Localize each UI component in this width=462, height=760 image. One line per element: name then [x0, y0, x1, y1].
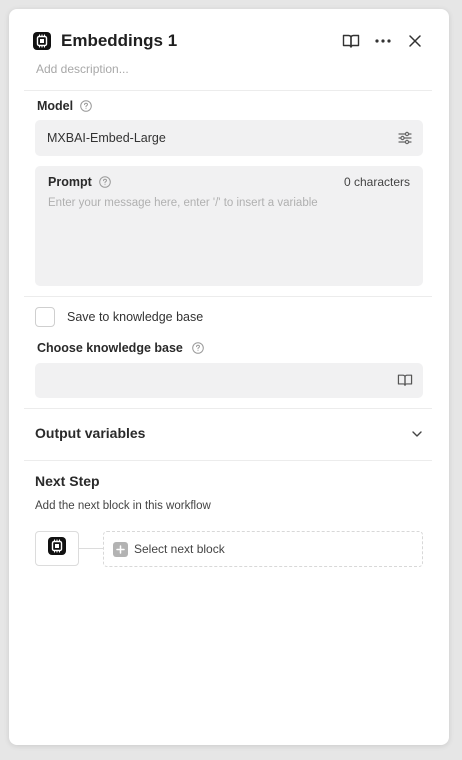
- save-to-kb-label: Save to knowledge base: [67, 310, 204, 324]
- more-horizontal-icon[interactable]: [373, 31, 393, 51]
- panel-header: Embeddings 1: [33, 29, 425, 53]
- sliders-icon[interactable]: [397, 130, 413, 146]
- connector-line: [79, 548, 103, 549]
- plus-icon: [113, 541, 128, 557]
- divider: [24, 90, 432, 91]
- prompt-textarea[interactable]: Prompt 0 characters Enter your message h…: [35, 166, 423, 286]
- output-variables-toggle[interactable]: Output variables: [35, 422, 423, 444]
- select-next-block-button[interactable]: Select next block: [103, 531, 423, 567]
- current-block-node[interactable]: [35, 531, 79, 566]
- divider: [24, 296, 432, 297]
- divider: [24, 408, 432, 409]
- description-input[interactable]: Add description...: [36, 62, 129, 76]
- prompt-label-row: Prompt: [48, 175, 111, 189]
- model-select[interactable]: MXBAI-Embed-Large: [35, 120, 423, 156]
- knowledge-base-select[interactable]: [35, 363, 423, 398]
- prompt-label: Prompt: [48, 175, 92, 189]
- book-icon[interactable]: [341, 31, 361, 51]
- save-to-kb-row[interactable]: Save to knowledge base: [35, 307, 203, 327]
- model-label: Model: [37, 99, 74, 113]
- save-to-kb-checkbox[interactable]: [35, 307, 55, 327]
- prompt-placeholder: Enter your message here, enter '/' to in…: [48, 197, 318, 209]
- block-title[interactable]: Embeddings 1: [61, 31, 177, 51]
- next-step-title: Next Step: [35, 473, 100, 489]
- embeddings-panel: Embeddings 1 Add description... Model MX…: [9, 9, 449, 745]
- model-select-value: MXBAI-Embed-Large: [47, 131, 166, 145]
- next-step-subtitle: Add the next block in this workflow: [35, 500, 211, 512]
- chevron-down-icon[interactable]: [411, 427, 423, 439]
- model-label-row: Model: [37, 99, 92, 113]
- help-icon[interactable]: [98, 176, 111, 188]
- embeddings-chip-icon: [48, 537, 66, 560]
- book-icon: [397, 373, 413, 389]
- select-next-block-label: Select next block: [134, 542, 225, 556]
- help-icon[interactable]: [80, 100, 92, 112]
- character-count: 0 characters: [343, 175, 410, 189]
- header-actions: [341, 29, 425, 53]
- help-icon[interactable]: [192, 342, 204, 354]
- choose-kb-label: Choose knowledge base: [37, 341, 183, 355]
- close-icon[interactable]: [405, 31, 425, 51]
- output-variables-title: Output variables: [35, 425, 146, 441]
- divider: [24, 460, 432, 461]
- embeddings-chip-icon: [33, 32, 51, 50]
- choose-kb-label-row: Choose knowledge base: [37, 341, 204, 355]
